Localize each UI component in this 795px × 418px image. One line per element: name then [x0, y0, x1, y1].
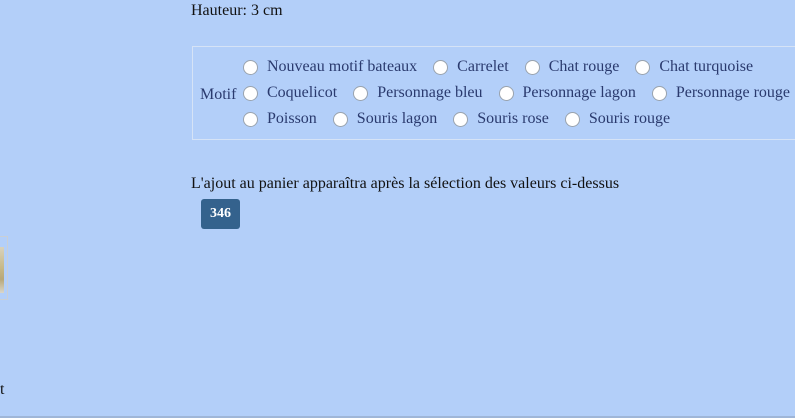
motif-option-chat-turquoise[interactable]: Chat turquoise: [635, 57, 753, 77]
motif-option-label: Coquelicot: [267, 84, 338, 101]
motif-option-label: Nouveau motif bateaux: [267, 58, 418, 75]
radio-button[interactable]: [433, 59, 449, 75]
radio-button[interactable]: [564, 111, 580, 127]
motif-row-2: Coquelicot Personnage bleu Personnage la…: [243, 83, 795, 103]
radio-button[interactable]: [353, 85, 369, 101]
radio-button[interactable]: [243, 85, 258, 101]
product-height: Hauteur: 3 cm: [191, 2, 283, 19]
motif-option-souris-rose[interactable]: Souris rose: [453, 109, 549, 129]
thumbnail-image: [0, 247, 4, 293]
motif-option-poisson[interactable]: Poisson: [243, 109, 317, 129]
motif-option-label: Personnage lagon: [522, 84, 636, 101]
radio-button[interactable]: [498, 85, 514, 101]
motif-option-label: Personnage rouge: [675, 84, 791, 101]
radio-button[interactable]: [243, 59, 258, 75]
radio-button[interactable]: [453, 111, 469, 127]
clipped-text: t: [0, 381, 5, 398]
motif-option-label: Poisson: [267, 110, 317, 127]
motif-option-personnage-rouge[interactable]: Personnage rouge: [651, 83, 791, 103]
motif-option-label: Personnage bleu: [377, 84, 483, 101]
motif-option-label: Chat turquoise: [659, 58, 754, 75]
product-reference-badge: 346: [201, 199, 240, 229]
motif-option-coquelicot[interactable]: Coquelicot: [243, 83, 337, 103]
motif-option-souris-lagon[interactable]: Souris lagon: [332, 109, 438, 129]
motif-row-3: Poisson Souris lagon Souris rose Souris …: [243, 109, 686, 129]
motif-option-label: Chat rouge: [548, 58, 620, 75]
radio-button[interactable]: [332, 111, 348, 127]
motif-row-1: Nouveau motif bateaux Carrelet Chat roug…: [243, 57, 769, 77]
motif-option-souris-rouge[interactable]: Souris rouge: [564, 109, 671, 129]
motif-option-label: Souris rouge: [588, 110, 671, 127]
motif-option-label: Souris lagon: [356, 110, 438, 127]
motif-option-carrelet[interactable]: Carrelet: [433, 57, 509, 77]
motif-option-label: Souris rose: [477, 110, 549, 127]
radio-button[interactable]: [651, 85, 667, 101]
motif-option-personnage-bleu[interactable]: Personnage bleu: [353, 83, 483, 103]
radio-button[interactable]: [635, 59, 651, 75]
motif-label: Motif: [200, 86, 237, 103]
radio-button[interactable]: [524, 59, 540, 75]
motif-option-personnage-lagon[interactable]: Personnage lagon: [498, 83, 636, 103]
motif-option-chat-rouge[interactable]: Chat rouge: [524, 57, 620, 77]
radio-button[interactable]: [243, 111, 258, 127]
add-to-cart-notice: L'ajout au panier apparaîtra après la sé…: [191, 175, 620, 192]
motif-option-label: Carrelet: [457, 58, 509, 75]
motif-option-nouveau-motif-bateaux[interactable]: Nouveau motif bateaux: [243, 57, 417, 77]
product-thumbnail[interactable]: [0, 236, 8, 300]
